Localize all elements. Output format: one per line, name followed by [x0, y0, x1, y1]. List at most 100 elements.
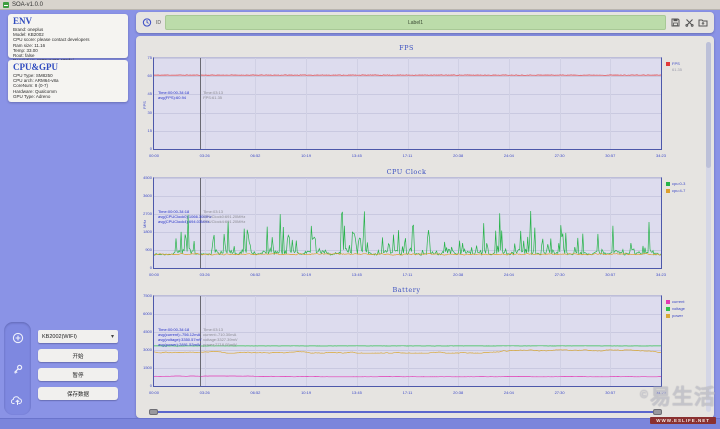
charts-scrollbar-thumb[interactable] [706, 42, 711, 168]
y-tick-label: 45 [137, 92, 152, 96]
chart-plot-2[interactable]: 01500300045006000750000:0003:2606:5210:1… [153, 295, 662, 387]
app-icon [3, 2, 9, 8]
save-icon[interactable] [670, 18, 680, 28]
y-tick-label: 900 [137, 248, 152, 252]
app-window: SOA-v1.0.0 ENV Brand: oneplusModel: KB20… [0, 0, 720, 429]
x-tick-label: 00:00 [149, 154, 159, 158]
legend-swatch [666, 62, 670, 66]
save-data-button-label: 保存数据 [67, 390, 89, 398]
export-folder-icon[interactable] [698, 18, 708, 28]
x-tick-label: 27:30 [555, 391, 565, 395]
series-line-current [154, 376, 661, 377]
x-tick-label: 06:52 [250, 273, 260, 277]
x-tick-label: 00:00 [149, 391, 159, 395]
y-tick-label: 30 [137, 111, 152, 115]
legend-item[interactable]: voltage [666, 306, 685, 311]
slider-handle-right[interactable] [653, 409, 662, 415]
key-icon[interactable] [11, 363, 24, 376]
legend-label: current [672, 299, 684, 304]
refresh-icon[interactable] [142, 18, 152, 28]
x-tick-label: 10:19 [301, 391, 311, 395]
y-tick-label: 2700 [137, 212, 152, 216]
chevron-down-icon: ▾ [111, 333, 114, 340]
x-tick-label: 20:38 [453, 391, 463, 395]
legend-item[interactable]: FPS [666, 61, 682, 66]
start-button-label: 开始 [72, 352, 83, 360]
x-tick-label: 20:38 [453, 273, 463, 277]
device-select-value: KB2002(WIFI) [42, 334, 77, 340]
x-tick-label: 17:11 [403, 391, 413, 395]
x-tick-label: 03:26 [200, 273, 210, 277]
series-line-power [154, 350, 661, 353]
x-tick-label: 00:00 [149, 273, 159, 277]
legend-item[interactable]: power [666, 313, 685, 318]
device-select[interactable]: KB2002(WIFI) ▾ [38, 330, 118, 343]
chart-legend: current voltage power [666, 299, 685, 320]
id-label: ID [156, 20, 161, 26]
scissors-icon[interactable] [684, 18, 694, 28]
tooltip-point-values: Time:03:13 CPUClock0:691.20MHz CPUClock4… [203, 210, 245, 225]
tooltip-point-values: Time:03:13 FPS:61.35 [203, 91, 223, 101]
x-tick-label: 24:04 [504, 391, 514, 395]
y-axis-label: MHz [142, 220, 147, 228]
slider-handle-left[interactable] [149, 409, 158, 415]
chart-legend: FPS61.35 [666, 61, 682, 74]
legend-label: cpu:4-7 [672, 188, 685, 193]
cpu-gpu-lines: CPU Type: SM8250CPU arch: ARM64-v8aCoreN… [13, 73, 123, 99]
y-tick-label: 1800 [137, 230, 152, 234]
x-tick-label: 24:04 [504, 273, 514, 277]
tool-rail [4, 322, 31, 415]
y-tick-label: 60 [137, 74, 152, 78]
legend-label: power [672, 313, 683, 318]
x-tick-label: 03:26 [200, 391, 210, 395]
chart-plot-1[interactable]: 0900180027003600450000:0003:2606:5210:19… [153, 177, 662, 269]
pause-button-label: 暂停 [72, 371, 83, 379]
session-label-field[interactable]: Label1 [165, 15, 666, 30]
chart-title-fps: FPS [153, 44, 660, 52]
y-axis-label: FPS [142, 101, 147, 109]
legend-swatch [666, 314, 670, 318]
y-tick-label: 15 [137, 129, 152, 133]
cpu-gpu-panel: CPU&GPU CPU Type: SM8250CPU arch: ARM64-… [8, 60, 128, 102]
y-tick-label: 4500 [137, 330, 152, 334]
legend-item[interactable]: cpu:0-3 [666, 181, 685, 186]
cpu-gpu-line: GPU Type: Adreno [13, 94, 123, 99]
slider-track[interactable] [151, 411, 660, 413]
y-tick-label: 6000 [137, 312, 152, 316]
cloud-upload-icon[interactable] [11, 395, 24, 406]
x-tick-label: 24:04 [504, 154, 514, 158]
x-tick-label: 03:26 [200, 154, 210, 158]
legend-swatch [666, 300, 670, 304]
pause-button[interactable]: 暂停 [38, 368, 118, 381]
session-label-value: Label1 [408, 20, 423, 26]
title-bar: SOA-v1.0.0 [0, 0, 720, 10]
chart-title-battery: Battery [153, 286, 660, 294]
legend-item[interactable]: cpu:4-7 [666, 188, 685, 193]
x-tick-label: 20:38 [453, 154, 463, 158]
x-tick-label: 27:30 [555, 273, 565, 277]
window-title: SOA-v1.0.0 [12, 2, 43, 8]
y-tick-label: 1500 [137, 366, 152, 370]
env-panel: ENV Brand: oneplusModel: KB2002CPU score… [8, 14, 128, 58]
legend-swatch [666, 307, 670, 311]
x-tick-label: 34:23 [656, 273, 666, 277]
chart-title-cpu-clock: CPU Clock [153, 168, 660, 176]
tooltip-range-stats: Time:00:00-34:18 avg(current):-756.12mA … [158, 328, 202, 348]
top-bar: ID Label1 [136, 12, 714, 33]
footer-bar [0, 418, 720, 429]
y-tick-label: 3000 [137, 348, 152, 352]
start-button[interactable]: 开始 [38, 349, 118, 362]
x-tick-label: 27:30 [555, 154, 565, 158]
time-range-slider[interactable] [151, 409, 660, 415]
cursor-line[interactable] [200, 58, 201, 149]
env-heading: ENV [13, 16, 123, 26]
legend-item[interactable]: current [666, 299, 685, 304]
legend-label: cpu:0-3 [672, 181, 685, 186]
x-tick-label: 17:11 [403, 154, 413, 158]
chart-legend: cpu:0-3 cpu:4-7 [666, 181, 685, 195]
y-tick-label: 3600 [137, 194, 152, 198]
add-icon[interactable] [12, 332, 24, 344]
chart-plot-0[interactable]: 0153045607500:0003:2606:5210:1913:4517:1… [153, 57, 662, 150]
save-data-button[interactable]: 保存数据 [38, 387, 118, 400]
charts-scrollbar[interactable] [706, 42, 711, 412]
